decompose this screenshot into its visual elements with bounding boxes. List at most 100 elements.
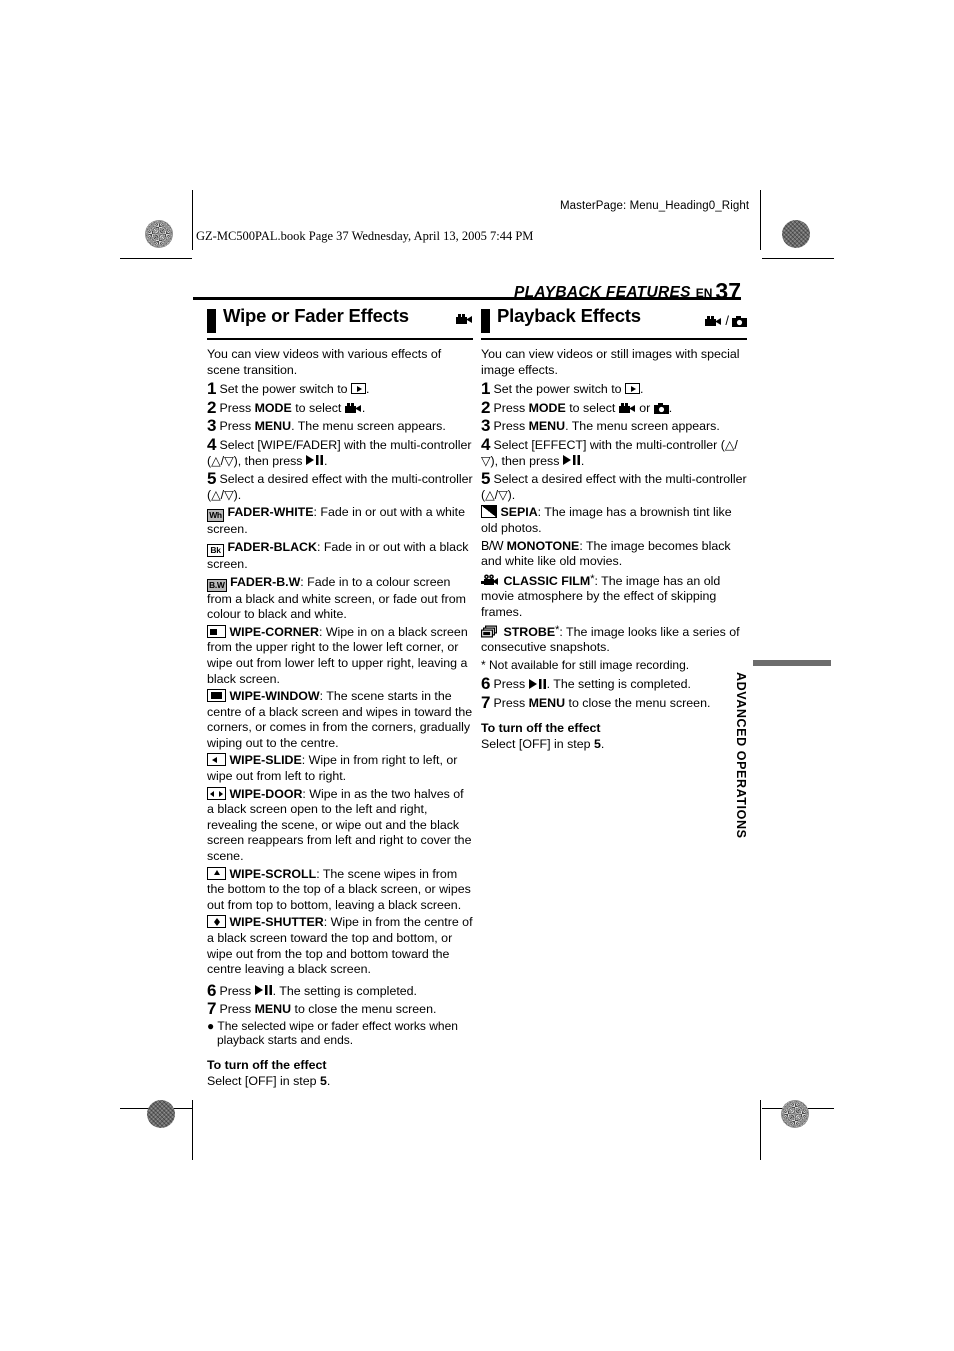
step-number: 4 <box>207 434 217 454</box>
step-number: 5 <box>207 469 217 489</box>
play-pause-icon <box>254 985 273 996</box>
right-column: Playback Effects / You can view videos o… <box>481 306 747 753</box>
fader-black-icon: Bk <box>207 543 224 557</box>
strobe-icon <box>481 625 500 638</box>
menu-button-label: MENU <box>254 1002 292 1017</box>
effect-wipe-slide: WIPE-SLIDE: Wipe in from right to left, … <box>207 753 473 784</box>
play-pause-icon <box>562 455 581 466</box>
step-text: Press MODE to select . <box>219 400 366 415</box>
step-4: 4 Select [EFFECT] with the multi-controll… <box>481 436 747 469</box>
mode-icon-group: / <box>705 313 747 329</box>
effect-name: WIPE-SCROLL <box>229 866 317 881</box>
effect-fader-white: Wh FADER-WHITE: Fade in or out with a wh… <box>207 505 473 538</box>
effect-wipe-door: WIPE-DOOR: Wipe in as the two halves of … <box>207 786 473 865</box>
trim-line-top-left <box>120 258 192 260</box>
video-camera-icon <box>705 315 722 327</box>
step-text: Set the power switch to . <box>219 382 370 397</box>
fader-bw-icon: B.W <box>207 578 227 592</box>
section-title: Wipe or Fader Effects <box>223 305 409 326</box>
step-text: Press MENU to close the menu screen. <box>219 1002 437 1017</box>
step-text: Press MENU. The menu screen appears. <box>219 419 446 434</box>
video-camera-icon <box>456 313 473 325</box>
section-header-wipe-fader: Wipe or Fader Effects <box>207 305 473 340</box>
turn-off-post: . <box>326 1073 331 1088</box>
step-number: 1 <box>207 379 217 399</box>
note-bullet: ● The selected wipe or fader effect work… <box>207 1018 458 1048</box>
step-6: 6 Press . The setting is completed. <box>207 980 473 1000</box>
menu-button-label: MENU <box>528 419 566 434</box>
turn-off-pre: Select [OFF] in step <box>207 1073 320 1088</box>
turn-off-heading: To turn off the effect <box>481 721 601 736</box>
halftone-dot-top-right <box>782 220 810 248</box>
turn-off-step-ref: 5 <box>319 1073 327 1088</box>
step-number: 2 <box>207 397 217 417</box>
step-7-tail: to close the menu screen. <box>291 1002 437 1017</box>
step-text: Select a desired effect with the multi-c… <box>207 472 473 502</box>
turn-off-pre: Select [OFF] in step <box>481 737 594 752</box>
step-3-tail: . The menu screen appears. <box>565 419 720 434</box>
wipe-window-icon <box>207 689 226 703</box>
registration-mark-left-upper <box>133 264 163 294</box>
effect-fader-bw: B.W FADER-B.W: Fade in to a colour scree… <box>207 575 473 623</box>
step-5: 5 Select a desired effect with the multi-… <box>481 469 747 503</box>
effect-wipe-corner: WIPE-CORNER: Wipe in on a black screen f… <box>207 624 473 687</box>
step-text: Press MENU. The menu screen appears. <box>493 419 720 434</box>
thumb-tab-bar <box>753 660 831 666</box>
halftone-dot-bottom-right <box>781 1100 809 1128</box>
turn-off-body: Select [OFF] in step 5. <box>481 737 747 753</box>
wipe-slide-icon <box>207 753 226 767</box>
wipe-shutter-icon <box>207 915 226 929</box>
step-number: 2 <box>481 397 491 417</box>
step-text: Press . The setting is completed. <box>493 677 691 692</box>
intro-text: You can view videos with various effects… <box>207 347 442 377</box>
step-3-tail: . The menu screen appears. <box>291 419 446 434</box>
section-marker-bar <box>207 309 216 333</box>
crop-line-right-vertical-bottom <box>760 1100 762 1160</box>
registration-mark-left-lower <box>133 686 163 716</box>
crop-line-left-vertical-bottom <box>192 1100 194 1160</box>
step-5: 5 Select a desired effect with the multi-… <box>207 469 473 503</box>
menu-button-label: MENU <box>254 419 292 434</box>
mode-button-label: MODE <box>254 400 292 415</box>
play-pause-icon <box>305 455 324 466</box>
step-3: 3 Press MENU. The menu screen appears. <box>481 416 747 436</box>
step-number: 3 <box>207 416 217 436</box>
halftone-dot-top-left <box>145 220 173 248</box>
play-pause-icon <box>528 678 547 689</box>
turn-off-post: . <box>600 737 605 752</box>
still-camera-icon <box>653 402 669 414</box>
section-header-playback-effects: Playback Effects / <box>481 306 747 340</box>
wipe-scroll-icon <box>207 866 226 880</box>
effect-name: SEPIA <box>500 505 538 520</box>
step-text: Press MODE to select or . <box>493 400 673 415</box>
registration-mark-top-right <box>740 213 770 243</box>
effect-fader-black: Bk FADER-BLACK: Fade in or out with a bl… <box>207 540 473 573</box>
masterpage-label: MasterPage: Menu_Heading0_Right <box>560 200 750 212</box>
step-number: 3 <box>481 416 491 436</box>
play-icon <box>351 383 367 395</box>
trim-line-top-right <box>762 258 834 260</box>
left-column: Wipe or Fader Effects You can view video… <box>207 305 473 1089</box>
step-number: 6 <box>481 674 491 694</box>
thumb-tab-label: ADVANCED OPERATIONS <box>734 672 748 839</box>
classic-film-icon <box>481 574 500 587</box>
section-marker-bar <box>481 309 490 333</box>
step-number: 7 <box>207 999 217 1019</box>
menu-button-label: MENU <box>528 695 566 710</box>
step-text: Select a desired effect with the multi-c… <box>481 472 747 502</box>
registration-mark-right-lower <box>790 686 820 716</box>
wipe-door-icon <box>207 786 226 800</box>
effect-name: WIPE-DOOR <box>229 786 303 801</box>
effect-classic-film: CLASSIC FILM*: The image has an old movi… <box>481 572 747 621</box>
video-camera-icon <box>344 402 362 414</box>
effect-name: FADER-BLACK <box>227 539 317 554</box>
turn-off-step-ref: 5 <box>593 737 601 752</box>
registration-mark-right-upper <box>790 264 820 294</box>
step-number: 1 <box>481 379 491 399</box>
step-number: 6 <box>207 980 217 1000</box>
effect-name: FADER-WHITE <box>227 505 314 520</box>
step-number: 5 <box>481 469 491 489</box>
effect-sepia: SEPIA: The image has a brownish tint lik… <box>481 505 747 536</box>
halftone-dot-bottom-left <box>147 1100 175 1128</box>
mode-separator: / <box>725 313 729 328</box>
